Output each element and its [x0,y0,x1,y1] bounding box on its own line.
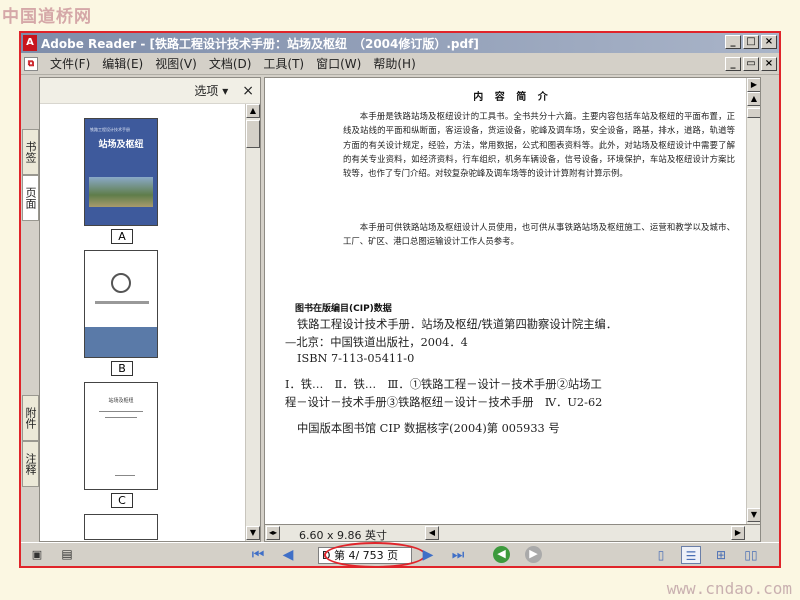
thumbnail-text-line [115,475,135,476]
page-thumbnail[interactable]: 站场及枢纽 [84,382,158,490]
panel-scrollbar[interactable]: ▲ ▼ [245,104,260,541]
horizontal-scrollbar[interactable]: ◂▸ 6.60 x 9.86 英寸 ◀ ▶ [264,525,761,542]
thumbnail-series-text: 铁路工程设计技术手册 [90,127,130,132]
pdf-document-icon[interactable]: ⧉ [24,56,38,71]
tab-attachments[interactable]: 附件 [22,395,39,441]
window-title: Adobe Reader - [铁路工程设计技术手册：站场及枢纽 （2004修订… [41,36,479,51]
thumbnail-label-a[interactable]: A [111,229,133,244]
next-page-button[interactable]: ▶ [419,547,437,563]
content-summary-heading: 内 容 简 介 [473,92,552,103]
monitor-icon[interactable]: ▣ [29,547,45,562]
tab-pages[interactable]: 页面 [22,175,39,221]
menu-view[interactable]: 视图(V) [155,55,197,72]
thumbnail-label-c[interactable]: C [111,493,133,508]
continuous-view-icon[interactable]: ☰ [681,546,701,564]
scroll-down-arrow-icon[interactable]: ▼ [246,526,260,540]
previous-page-button[interactable]: ◀ [279,547,297,563]
scroll-up-arrow-icon[interactable]: ▲ [747,92,760,106]
last-page-button[interactable]: ⏭ [449,547,467,563]
reader-window: A Adobe Reader - [铁路工程设计技术手册：站场及枢纽 （2004… [19,31,781,568]
scroll-thumb[interactable] [246,120,260,148]
status-bar: ▣ ▤ ⏮ ◀ D 第 4/ 753 页 ▶ ⏭ ◀ ▶ ▯ ☰ ⊞ ▯▯ [21,542,779,568]
doc-minimize-button[interactable]: _ [725,57,741,71]
title-bar[interactable]: A Adobe Reader - [铁路工程设计技术手册：站场及枢纽 （2004… [21,33,779,53]
thumbnail-text-line [99,411,143,412]
thumbnail-cover-photo [89,177,153,207]
minimize-button[interactable]: _ [725,35,741,49]
watermark-bottom: www.cndao.com [666,579,792,598]
cip-line: Ⅰ．铁… Ⅱ．铁… Ⅲ．①铁路工程－设计－技术手册②站场工 [285,378,602,391]
cip-line: 铁路工程设计技术手册．站场及枢纽/铁道第四勘察设计院主编． [297,318,618,331]
page-setup-icon[interactable]: ▤ [59,547,75,562]
scroll-thumb[interactable] [747,108,760,118]
cip-heading: 图书在版编目(CIP)数据 [295,304,392,314]
summary-paragraph: 本手册可供铁路站场及枢纽设计人员使用，也可供从事铁路站场及枢纽施工、运营和教学以… [343,222,735,247]
pages-panel: 选项 ▾ × 铁路工程设计技术手册 站场及枢纽 A B 站场及枢纽 C ▲ ▼ [39,77,261,542]
cip-line: 程－设计－技术手册③铁路枢纽－设计－技术手册 Ⅳ．U2-62 [285,396,603,409]
document-view[interactable]: 内 容 简 介 本手册是铁路站场及枢纽设计的工具书。全书共分十六篇。主要内容包括… [264,77,761,525]
page-size-readout: 6.60 x 9.86 英寸 [299,529,387,542]
thumbnail-label-b[interactable]: B [111,361,133,376]
splitter-handle-icon[interactable]: ◂▸ [266,526,280,540]
doc-close-button[interactable]: × [761,57,777,71]
menu-file[interactable]: 文件(F) [50,55,90,72]
adobe-reader-icon: A [23,35,37,51]
scroll-up-arrow-icon[interactable]: ▲ [246,104,260,118]
thumbnail-text-line [105,417,137,418]
tab-comments[interactable]: 注释 [22,441,39,487]
menu-tools[interactable]: 工具(T) [263,55,304,72]
navigation-tabs: 书签 页面 附件 注释 [21,77,39,542]
facing-view-icon[interactable]: ⊞ [711,546,731,564]
first-page-button[interactable]: ⏮ [249,547,267,563]
document-scrollbar[interactable]: ▶ ▲ ▼ [746,78,760,524]
close-button[interactable]: × [761,35,777,49]
menu-document[interactable]: 文档(D) [209,55,252,72]
summary-paragraph: 本手册是铁路站场及枢纽设计的工具书。全书共分十六篇。主要内容包括车站及枢纽的平面… [343,111,735,179]
thumbnail-color-band [85,327,157,357]
thumbnail-book-title: 站场及枢纽 [108,398,134,404]
scroll-right-arrow-icon[interactable]: ▶ [731,526,745,540]
thumbnail-logo [111,273,131,293]
thumbnail-text-band [95,301,149,304]
cip-line: 中国版本图书馆 CIP 数据核字(2004)第 005933 号 [297,422,560,435]
scroll-right-arrow-icon[interactable]: ▶ [747,78,760,92]
menu-edit[interactable]: 编辑(E) [102,55,143,72]
menu-window[interactable]: 窗口(W) [316,55,361,72]
maximize-button[interactable]: □ [743,35,759,49]
options-menu-button[interactable]: 选项 ▾ [194,82,228,99]
page-thumbnail[interactable]: 铁路工程设计技术手册 站场及枢纽 [84,118,158,226]
menu-help[interactable]: 帮助(H) [373,55,415,72]
cip-line: ISBN 7-113-05411-0 [297,352,415,365]
scroll-down-arrow-icon[interactable]: ▼ [747,508,760,522]
continuous-facing-view-icon[interactable]: ▯▯ [741,546,761,564]
cip-line: —北京：中国铁道出版社，2004．4 [285,336,468,349]
thumbnail-book-title: 站场及枢纽 [98,140,144,150]
page-thumbnail[interactable] [84,514,158,540]
tab-bookmarks[interactable]: 书签 [22,129,39,175]
go-forward-icon[interactable]: ▶ [525,546,542,563]
highlight-annotation-oval [324,542,426,568]
page-thumbnail[interactable] [84,250,158,358]
doc-restore-button[interactable]: ▭ [743,57,759,71]
watermark-top: 中国道桥网 [2,7,92,27]
menu-bar: ⧉ 文件(F) 编辑(E) 视图(V) 文档(D) 工具(T) 窗口(W) 帮助… [21,53,779,75]
panel-close-icon[interactable]: × [242,83,254,99]
go-back-icon[interactable]: ◀ [493,546,510,563]
single-page-view-icon[interactable]: ▯ [651,546,671,564]
scroll-left-arrow-icon[interactable]: ◀ [425,526,439,540]
